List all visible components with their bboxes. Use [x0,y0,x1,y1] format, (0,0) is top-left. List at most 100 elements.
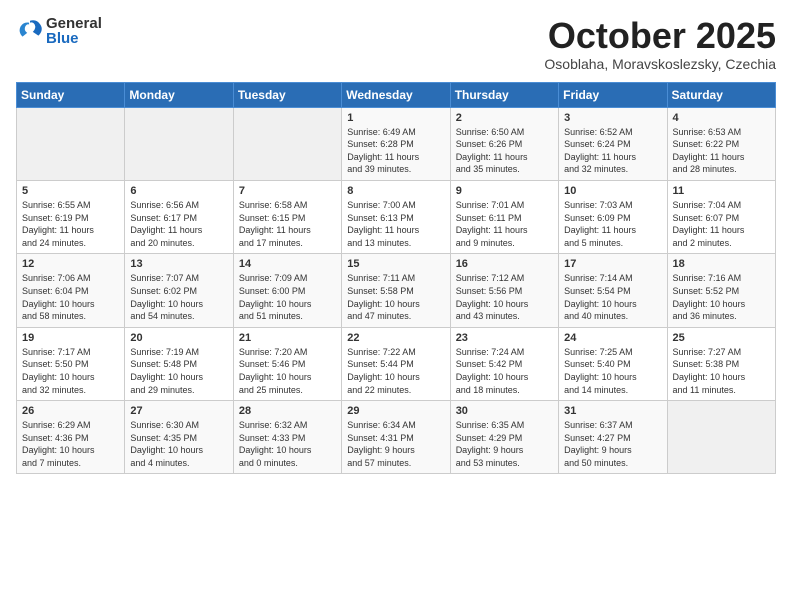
day-info: Sunrise: 6:52 AM Sunset: 6:24 PM Dayligh… [564,126,661,176]
calendar-week-2: 5 Sunrise: 6:55 AM Sunset: 6:19 PM Daylig… [17,180,776,253]
day-info: Sunrise: 7:17 AM Sunset: 5:50 PM Dayligh… [22,346,119,396]
day-number: 13 [130,258,227,270]
calendar-cell [17,107,125,180]
calendar-cell: 4 Sunrise: 6:53 AM Sunset: 6:22 PM Daylig… [667,107,775,180]
weekday-header-friday: Friday [559,82,667,107]
calendar-cell: 23 Sunrise: 7:24 AM Sunset: 5:42 PM Dayli… [450,327,558,400]
day-info: Sunrise: 7:03 AM Sunset: 6:09 PM Dayligh… [564,199,661,249]
calendar-cell: 6Sunrise: 6:56 AM Sunset: 6:17 PM Daylig… [125,180,233,253]
calendar-cell: 26 Sunrise: 6:29 AM Sunset: 4:36 PM Dayli… [17,401,125,474]
day-number: 22 [347,332,444,344]
day-info: Sunrise: 6:53 AM Sunset: 6:22 PM Dayligh… [673,126,770,176]
calendar-cell: 5 Sunrise: 6:55 AM Sunset: 6:19 PM Daylig… [17,180,125,253]
calendar-cell: 28 Sunrise: 6:32 AM Sunset: 4:33 PM Dayli… [233,401,341,474]
calendar-cell: 8 Sunrise: 7:00 AM Sunset: 6:13 PM Daylig… [342,180,450,253]
day-number: 5 [22,185,119,197]
logo-text: General Blue [46,16,102,46]
calendar-cell: 19 Sunrise: 7:17 AM Sunset: 5:50 PM Dayli… [17,327,125,400]
calendar-cell: 9Sunrise: 7:01 AM Sunset: 6:11 PM Daylig… [450,180,558,253]
day-info: Sunrise: 6:34 AM Sunset: 4:31 PM Dayligh… [347,419,444,469]
day-info: Sunrise: 6:30 AM Sunset: 4:35 PM Dayligh… [130,419,227,469]
day-info: Sunrise: 7:14 AM Sunset: 5:54 PM Dayligh… [564,272,661,322]
calendar-week-3: 12 Sunrise: 7:06 AM Sunset: 6:04 PM Dayli… [17,254,776,327]
day-info: Sunrise: 7:11 AM Sunset: 5:58 PM Dayligh… [347,272,444,322]
calendar-cell: 21Sunrise: 7:20 AM Sunset: 5:46 PM Dayli… [233,327,341,400]
day-info: Sunrise: 7:06 AM Sunset: 6:04 PM Dayligh… [22,272,119,322]
day-number: 26 [22,405,119,417]
day-info: Sunrise: 6:37 AM Sunset: 4:27 PM Dayligh… [564,419,661,469]
day-number: 1 [347,112,444,124]
day-info: Sunrise: 7:16 AM Sunset: 5:52 PM Dayligh… [673,272,770,322]
day-number: 19 [22,332,119,344]
weekday-header-thursday: Thursday [450,82,558,107]
day-number: 24 [564,332,661,344]
day-info: Sunrise: 7:09 AM Sunset: 6:00 PM Dayligh… [239,272,336,322]
day-number: 18 [673,258,770,270]
day-number: 31 [564,405,661,417]
calendar-cell: 17 Sunrise: 7:14 AM Sunset: 5:54 PM Dayli… [559,254,667,327]
calendar-week-4: 19 Sunrise: 7:17 AM Sunset: 5:50 PM Dayli… [17,327,776,400]
calendar-cell: 29Sunrise: 6:34 AM Sunset: 4:31 PM Dayli… [342,401,450,474]
day-info: Sunrise: 7:12 AM Sunset: 5:56 PM Dayligh… [456,272,553,322]
day-info: Sunrise: 7:25 AM Sunset: 5:40 PM Dayligh… [564,346,661,396]
calendar-cell: 2Sunrise: 6:50 AM Sunset: 6:26 PM Daylig… [450,107,558,180]
day-info: Sunrise: 7:00 AM Sunset: 6:13 PM Dayligh… [347,199,444,249]
location: Osoblaha, Moravskoslezsky, Czechia [544,56,776,72]
day-number: 12 [22,258,119,270]
day-info: Sunrise: 6:35 AM Sunset: 4:29 PM Dayligh… [456,419,553,469]
day-number: 4 [673,112,770,124]
day-number: 25 [673,332,770,344]
calendar-cell: 25 Sunrise: 7:27 AM Sunset: 5:38 PM Dayli… [667,327,775,400]
calendar-cell: 10 Sunrise: 7:03 AM Sunset: 6:09 PM Dayli… [559,180,667,253]
logo-blue: Blue [46,31,102,46]
day-number: 9 [456,185,553,197]
day-info: Sunrise: 6:58 AM Sunset: 6:15 PM Dayligh… [239,199,336,249]
calendar-cell: 30 Sunrise: 6:35 AM Sunset: 4:29 PM Dayli… [450,401,558,474]
day-info: Sunrise: 7:04 AM Sunset: 6:07 PM Dayligh… [673,199,770,249]
calendar-week-5: 26 Sunrise: 6:29 AM Sunset: 4:36 PM Dayli… [17,401,776,474]
calendar-cell: 1 Sunrise: 6:49 AM Sunset: 6:28 PM Daylig… [342,107,450,180]
calendar-cell: 22Sunrise: 7:22 AM Sunset: 5:44 PM Dayli… [342,327,450,400]
day-info: Sunrise: 7:07 AM Sunset: 6:02 PM Dayligh… [130,272,227,322]
day-info: Sunrise: 7:24 AM Sunset: 5:42 PM Dayligh… [456,346,553,396]
calendar-cell: 18 Sunrise: 7:16 AM Sunset: 5:52 PM Dayli… [667,254,775,327]
calendar-cell: 13 Sunrise: 7:07 AM Sunset: 6:02 PM Dayli… [125,254,233,327]
day-number: 23 [456,332,553,344]
calendar-cell: 11 Sunrise: 7:04 AM Sunset: 6:07 PM Dayli… [667,180,775,253]
day-number: 21 [239,332,336,344]
calendar-cell: 24 Sunrise: 7:25 AM Sunset: 5:40 PM Dayli… [559,327,667,400]
weekday-header-sunday: Sunday [17,82,125,107]
day-number: 11 [673,185,770,197]
weekday-header-row: SundayMondayTuesdayWednesdayThursdayFrid… [17,82,776,107]
day-number: 17 [564,258,661,270]
day-info: Sunrise: 6:32 AM Sunset: 4:33 PM Dayligh… [239,419,336,469]
calendar-cell: 31 Sunrise: 6:37 AM Sunset: 4:27 PM Dayli… [559,401,667,474]
day-number: 28 [239,405,336,417]
day-number: 30 [456,405,553,417]
weekday-header-wednesday: Wednesday [342,82,450,107]
weekday-header-saturday: Saturday [667,82,775,107]
calendar-week-1: 1 Sunrise: 6:49 AM Sunset: 6:28 PM Daylig… [17,107,776,180]
calendar-cell: 14 Sunrise: 7:09 AM Sunset: 6:00 PM Dayli… [233,254,341,327]
day-info: Sunrise: 6:49 AM Sunset: 6:28 PM Dayligh… [347,126,444,176]
day-info: Sunrise: 6:29 AM Sunset: 4:36 PM Dayligh… [22,419,119,469]
day-info: Sunrise: 7:27 AM Sunset: 5:38 PM Dayligh… [673,346,770,396]
day-number: 20 [130,332,227,344]
day-number: 10 [564,185,661,197]
day-number: 8 [347,185,444,197]
calendar-cell [125,107,233,180]
logo-general: General [46,16,102,31]
calendar-cell: 12 Sunrise: 7:06 AM Sunset: 6:04 PM Dayli… [17,254,125,327]
day-number: 14 [239,258,336,270]
day-number: 15 [347,258,444,270]
weekday-header-tuesday: Tuesday [233,82,341,107]
day-info: Sunrise: 6:56 AM Sunset: 6:17 PM Dayligh… [130,199,227,249]
day-info: Sunrise: 6:55 AM Sunset: 6:19 PM Dayligh… [22,199,119,249]
page-header: General Blue October 2025 Osoblaha, Mora… [16,16,776,72]
day-info: Sunrise: 7:19 AM Sunset: 5:48 PM Dayligh… [130,346,227,396]
calendar-cell: 3Sunrise: 6:52 AM Sunset: 6:24 PM Daylig… [559,107,667,180]
logo: General Blue [16,16,102,46]
title-block: October 2025 Osoblaha, Moravskoslezsky, … [544,16,776,72]
day-number: 7 [239,185,336,197]
calendar-cell [233,107,341,180]
